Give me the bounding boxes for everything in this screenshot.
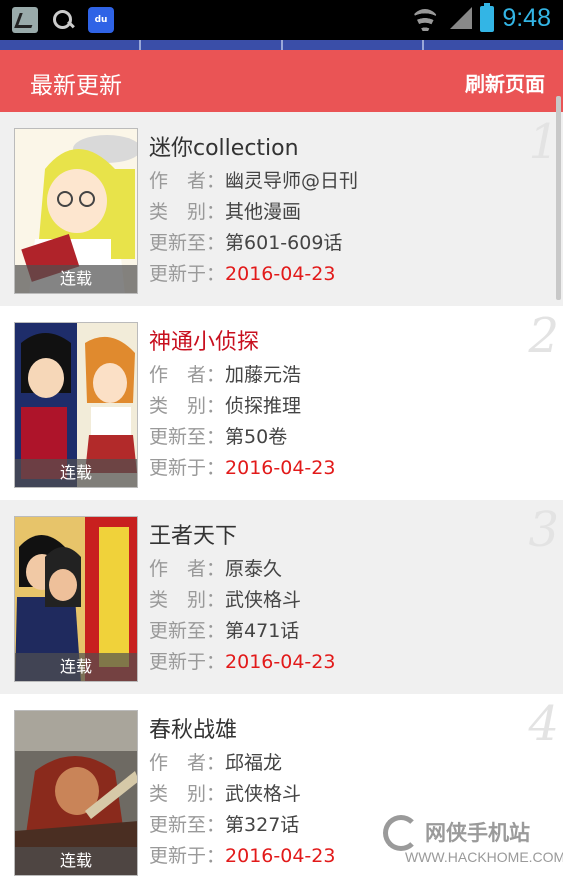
- rank-number: 2: [528, 308, 559, 364]
- list-item[interactable]: 2 连载 神通小侦探 作 者：加藤元浩 类 别：侦探推理 更新至：第50卷 更新…: [0, 306, 563, 500]
- updated-on-value: 2016-04-23: [225, 263, 336, 285]
- list-item[interactable]: 1 连载 迷你collection 作 者：幽灵导师@日刊 类 别：其他漫画 更…: [0, 112, 563, 306]
- category-label: 类 别：: [149, 395, 226, 417]
- scrollbar[interactable]: [556, 96, 561, 300]
- updated-on-row: 更新于：2016-04-23: [149, 841, 335, 868]
- watermark: 网侠手机站 WWW.HACKHOME.COM: [383, 813, 563, 873]
- category-label: 类 别：: [149, 589, 226, 611]
- watermark-site-name: 网侠手机站: [425, 821, 530, 845]
- watermark-logo-icon: [383, 815, 419, 851]
- author-row: 作 者：原泰久: [149, 554, 282, 581]
- list-item[interactable]: 3 连载 王者天下 作 者：原泰久 类 别：武侠格斗 更新至：第471话 更新于…: [0, 500, 563, 694]
- rank-number: 3: [528, 502, 559, 558]
- updated-on-value: 2016-04-23: [225, 845, 336, 867]
- category-value: 武侠格斗: [225, 783, 302, 805]
- updated-to-label: 更新至：: [149, 814, 226, 836]
- rank-number: 1: [528, 114, 559, 170]
- wifi-icon: [410, 7, 440, 31]
- updated-on-row: 更新于：2016-04-23: [149, 259, 335, 286]
- comic-cover[interactable]: 连载: [14, 322, 138, 488]
- comic-title[interactable]: 春秋战雄: [149, 712, 237, 744]
- updated-to-value: 第471话: [225, 620, 300, 642]
- signal-icon: [448, 6, 473, 31]
- updated-on-value: 2016-04-23: [225, 651, 336, 673]
- tab-indicator[interactable]: [283, 40, 424, 50]
- battery-icon: [480, 2, 495, 32]
- status-bar: du 9:48: [0, 0, 563, 40]
- updated-to-value: 第601-609话: [225, 232, 343, 254]
- serial-status-label: 连载: [15, 653, 137, 681]
- updated-to-value: 第50卷: [225, 426, 288, 448]
- updated-to-row: 更新至：第601-609话: [149, 228, 342, 255]
- category-label: 类 别：: [149, 783, 226, 805]
- comic-title[interactable]: 迷你collection: [149, 130, 299, 162]
- category-value: 武侠格斗: [225, 589, 302, 611]
- author-value: 邱福龙: [225, 752, 283, 774]
- search-icon: [52, 9, 74, 31]
- category-row: 类 别：武侠格斗: [149, 779, 301, 806]
- category-value: 其他漫画: [225, 201, 302, 223]
- author-label: 作 者：: [149, 752, 226, 774]
- app-header: 最新更新 刷新页面: [0, 50, 563, 112]
- author-label: 作 者：: [149, 364, 226, 386]
- serial-status-label: 连载: [15, 847, 137, 875]
- category-value: 侦探推理: [225, 395, 302, 417]
- updated-to-label: 更新至：: [149, 620, 226, 642]
- serial-status-label: 连载: [15, 459, 137, 487]
- page-title: 最新更新: [30, 73, 122, 99]
- updated-on-label: 更新于：: [149, 263, 226, 285]
- clock: 9:48: [502, 4, 551, 32]
- comic-cover[interactable]: 连载: [14, 516, 138, 682]
- app-notification-icon: [12, 7, 38, 33]
- category-label: 类 别：: [149, 201, 226, 223]
- author-label: 作 者：: [149, 170, 226, 192]
- category-row: 类 别：其他漫画: [149, 197, 301, 224]
- tab-indicator[interactable]: [0, 40, 142, 50]
- tab-indicator[interactable]: [424, 40, 563, 50]
- updated-on-row: 更新于：2016-04-23: [149, 647, 335, 674]
- comic-list: 1 连载 迷你collection 作 者：幽灵导师@日刊 类 别：其他漫画 更…: [0, 112, 563, 883]
- category-row: 类 别：武侠格斗: [149, 585, 301, 612]
- rank-number: 4: [528, 696, 559, 752]
- updated-to-label: 更新至：: [149, 232, 226, 254]
- comic-cover[interactable]: 连载: [14, 128, 138, 294]
- tab-indicator[interactable]: [141, 40, 283, 50]
- serial-status-label: 连载: [15, 265, 137, 293]
- updated-to-row: 更新至：第327话: [149, 810, 299, 837]
- author-row: 作 者：幽灵导师@日刊: [149, 166, 358, 193]
- updated-to-row: 更新至：第50卷: [149, 422, 287, 449]
- comic-title[interactable]: 神通小侦探: [149, 324, 259, 356]
- comic-cover[interactable]: 连载: [14, 710, 138, 876]
- author-label: 作 者：: [149, 558, 226, 580]
- watermark-url: WWW.HACKHOME.COM: [405, 849, 563, 865]
- refresh-button[interactable]: 刷新页面: [465, 68, 545, 97]
- author-value: 幽灵导师@日刊: [225, 170, 359, 192]
- updated-to-value: 第327话: [225, 814, 300, 836]
- updated-on-label: 更新于：: [149, 457, 226, 479]
- author-row: 作 者：邱福龙: [149, 748, 282, 775]
- updated-to-row: 更新至：第471话: [149, 616, 299, 643]
- baidu-icon: du: [88, 7, 114, 33]
- author-value: 原泰久: [225, 558, 283, 580]
- updated-to-label: 更新至：: [149, 426, 226, 448]
- updated-on-label: 更新于：: [149, 651, 226, 673]
- author-row: 作 者：加藤元浩: [149, 360, 301, 387]
- updated-on-row: 更新于：2016-04-23: [149, 453, 335, 480]
- updated-on-value: 2016-04-23: [225, 457, 336, 479]
- category-row: 类 别：侦探推理: [149, 391, 301, 418]
- updated-on-label: 更新于：: [149, 845, 226, 867]
- comic-title[interactable]: 王者天下: [149, 518, 237, 550]
- tab-strip: [0, 40, 563, 50]
- author-value: 加藤元浩: [225, 364, 302, 386]
